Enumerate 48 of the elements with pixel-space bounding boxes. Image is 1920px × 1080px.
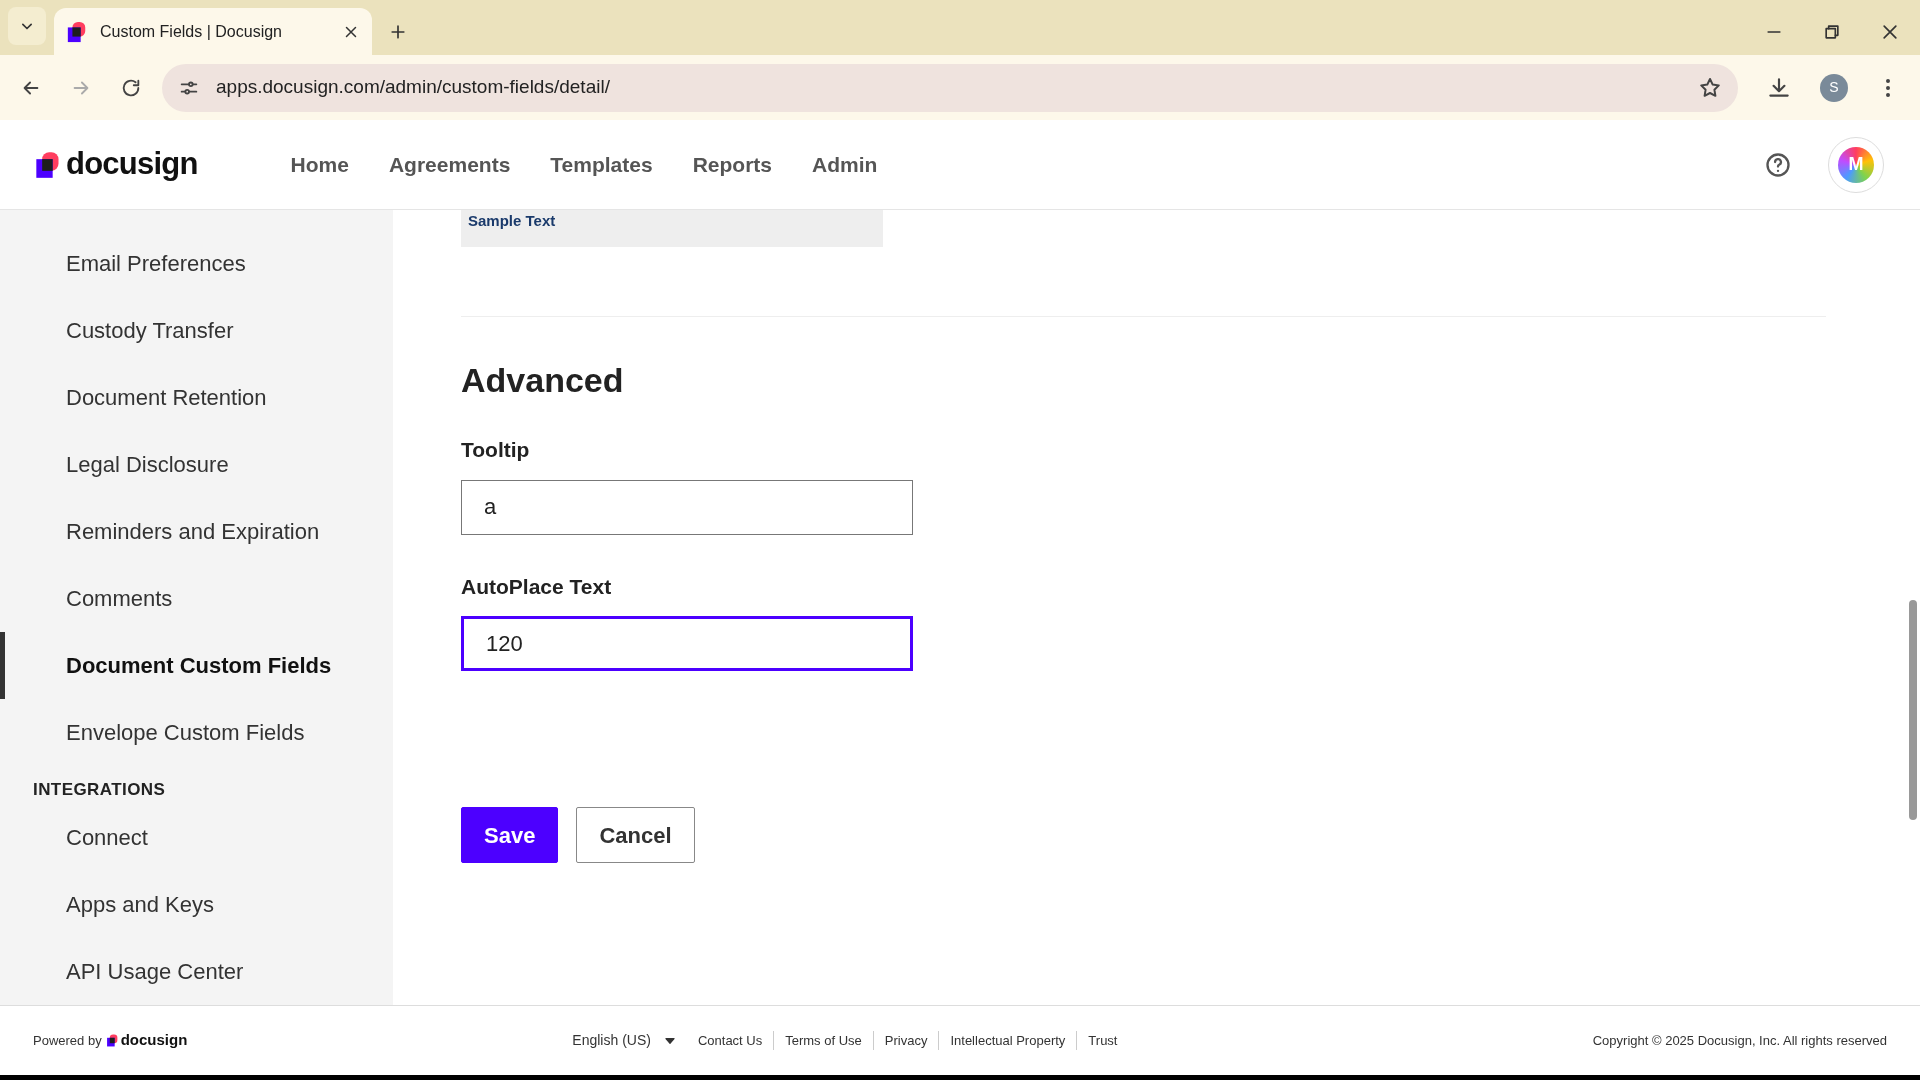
footer-link[interactable]: Terms of Use	[773, 1030, 873, 1051]
sidebar-item[interactable]: Document Retention	[0, 364, 393, 431]
sidebar-item[interactable]: Apps and Keys	[0, 871, 393, 938]
footer-link[interactable]: Trust	[1076, 1030, 1129, 1051]
logo-icon	[105, 1034, 119, 1047]
sample-text-preview: Sample Text	[461, 210, 883, 247]
close-window-icon[interactable]	[1880, 22, 1900, 42]
sidebar-item[interactable]: Comments	[0, 565, 393, 632]
tab-title: Custom Fields | Docusign	[100, 21, 283, 42]
help-icon[interactable]	[1764, 150, 1792, 179]
url-text: apps.docusign.com/admin/custom-fields/detail/	[216, 75, 611, 100]
footer-logo-wordmark: docusign	[120, 1030, 188, 1051]
sidebar-item[interactable]: Reminders and Expiration	[0, 498, 393, 565]
browser-tab[interactable]: Custom Fields | Docusign	[54, 8, 372, 55]
scrollbar-thumb[interactable]	[1909, 600, 1917, 820]
nav-link[interactable]: Admin	[809, 140, 881, 189]
logo-icon	[66, 20, 88, 43]
footer-link[interactable]: Privacy	[872, 1030, 939, 1051]
section-title: Advanced	[461, 360, 625, 401]
logo-icon	[34, 150, 62, 179]
sidebar-item[interactable]: Email Preferences	[0, 230, 393, 297]
nav-link[interactable]: Reports	[689, 140, 775, 189]
text-input[interactable]: 120	[461, 616, 913, 671]
logo-wordmark: docusign	[66, 145, 198, 184]
nav-link[interactable]: Home	[287, 140, 352, 189]
nav-link[interactable]: Agreements	[385, 140, 514, 189]
sidebar-item[interactable]: Connect	[0, 804, 393, 871]
copyright-text: Copyright © 2025 Docusign, Inc. All rights reserved	[1592, 1031, 1887, 1050]
footer-link[interactable]: Intellectual Property	[938, 1030, 1077, 1051]
sidebar-item[interactable]: Envelope Custom Fields	[0, 699, 393, 766]
field-label: Tooltip	[461, 437, 531, 463]
address-bar[interactable]: apps.docusign.com/admin/custom-fields/detail/	[162, 63, 1738, 112]
cancel-button[interactable]: Cancel	[576, 807, 695, 863]
restore-icon[interactable]	[1822, 22, 1842, 42]
sidebar-item[interactable]: Custody Transfer	[0, 297, 393, 364]
language-dropdown[interactable]: English (US)	[572, 1030, 677, 1051]
bookmark-star-icon[interactable]	[1698, 75, 1722, 100]
powered-by-text: Powered by	[33, 1031, 102, 1050]
sidebar-item[interactable]: Document Custom Fields	[0, 632, 393, 699]
sidebar-item[interactable]: API Usage Center	[0, 938, 393, 1005]
nav-link[interactable]: Templates	[547, 140, 656, 189]
field-label: AutoPlace Text	[461, 573, 613, 600]
sidebar-item[interactable]: Legal Disclosure	[0, 431, 393, 498]
profile-avatar[interactable]: S	[1820, 73, 1848, 102]
sidebar-heading: INTEGRATIONS	[32, 779, 167, 802]
text-input[interactable]: a	[461, 479, 913, 535]
save-button[interactable]: Save	[461, 807, 559, 863]
footer-link[interactable]: Contact Us	[686, 1030, 774, 1051]
